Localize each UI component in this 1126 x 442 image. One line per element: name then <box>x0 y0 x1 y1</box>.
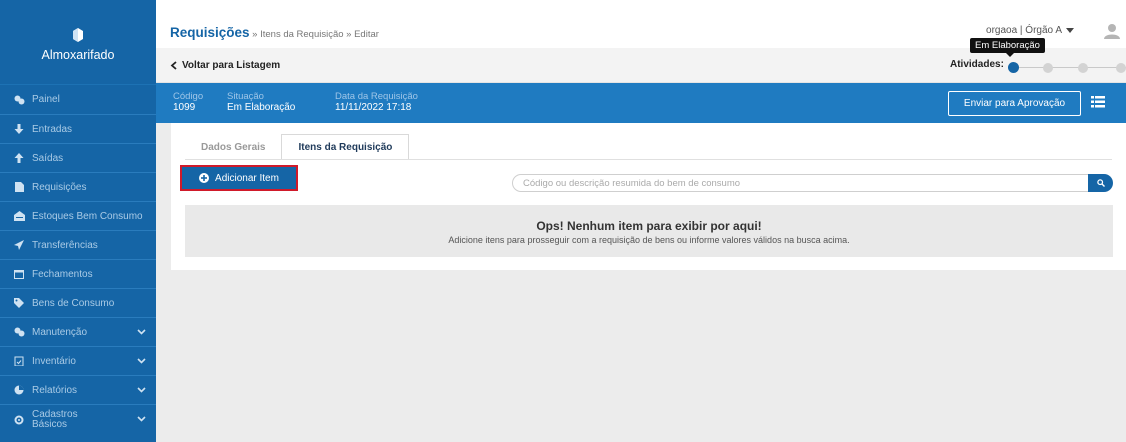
data-field: Data da Requisição 11/11/2022 17:18 <box>335 91 418 113</box>
add-item-button[interactable]: Adicionar Item <box>180 165 298 191</box>
chevron-down-icon[interactable] <box>137 327 146 336</box>
chevron-left-icon <box>170 61 177 70</box>
send-icon <box>12 240 26 250</box>
content-panel: Dados Gerais Itens da Requisição Adicion… <box>171 123 1126 270</box>
progress-step-1[interactable] <box>1008 62 1019 73</box>
plus-circle-icon <box>199 173 210 183</box>
list-icon[interactable] <box>1091 95 1105 109</box>
clipboard-icon <box>12 356 26 366</box>
activities-label: Atividades: <box>950 59 1004 70</box>
sidebar-item-manutencao[interactable]: Manutenção <box>0 317 156 346</box>
breadcrumb-main-link[interactable]: Requisições <box>170 25 250 40</box>
sidebar-item-label: Inventário <box>32 355 76 367</box>
back-to-list-label: Voltar para Listagem <box>182 60 281 71</box>
sidebar-item-label: Painel <box>32 94 60 105</box>
sidebar-item-entradas[interactable]: Entradas <box>0 114 156 143</box>
search-button[interactable] <box>1088 174 1113 192</box>
sidebar-item-label: Estoques Bem Consumo <box>32 210 143 222</box>
situacao-field: Situação Em Elaboração <box>227 91 295 113</box>
empty-state: Ops! Nenhum item para exibir por aqui! A… <box>185 205 1113 257</box>
tab-itens-requisicao[interactable]: Itens da Requisição <box>281 134 410 160</box>
brand-name: Almoxarifado <box>41 48 115 62</box>
breadcrumb: Requisições » Itens da Requisição » Edit… <box>170 25 379 40</box>
chevron-down-icon[interactable] <box>137 356 146 365</box>
sidebar-item-bens-consumo[interactable]: Bens de Consumo <box>0 288 156 317</box>
gears-icon <box>12 327 26 337</box>
brand: Almoxarifado <box>0 0 156 84</box>
avatar-icon[interactable] <box>1104 23 1120 39</box>
empty-state-message: Adicione itens para prosseguir com a req… <box>448 235 850 245</box>
sidebar-menu: Painel Entradas Saídas Requisições Estoq… <box>0 84 156 435</box>
user-menu[interactable]: orgaoa | Órgão A <box>986 25 1074 36</box>
tab-dados-gerais[interactable]: Dados Gerais <box>185 134 281 160</box>
breadcrumb-trail: » Itens da Requisição » Editar <box>249 29 379 40</box>
sidebar-item-label: Fechamentos <box>32 268 93 280</box>
add-item-label: Adicionar Item <box>215 172 279 184</box>
sidebar-item-label: Relatórios <box>32 384 78 396</box>
progress-line <box>1012 67 1126 68</box>
sidebar-item-inventario[interactable]: Inventário <box>0 346 156 375</box>
send-for-approval-button[interactable]: Enviar para Aprovação <box>948 91 1081 116</box>
tabs: Dados Gerais Itens da Requisição <box>185 134 410 160</box>
sidebar-item-fechamentos[interactable]: Fechamentos <box>0 259 156 288</box>
search-input[interactable] <box>512 174 1094 192</box>
situacao-label: Situação <box>227 91 264 102</box>
tag-icon <box>12 298 26 308</box>
logo-icon <box>73 28 83 42</box>
sidebar-item-label: Saídas <box>32 152 64 164</box>
sidebar-item-estoques[interactable]: Estoques Bem Consumo <box>0 201 156 230</box>
sidebar-item-label-line2: Básicos <box>32 419 68 430</box>
chevron-down-icon[interactable] <box>137 414 146 423</box>
sidebar-item-label: Entradas <box>32 123 73 135</box>
empty-state-title: Ops! Nenhum item para exibir por aqui! <box>536 219 762 233</box>
situacao-value: Em Elaboração <box>227 102 296 113</box>
gear-icon <box>12 415 26 425</box>
warehouse-icon <box>12 211 26 221</box>
codigo-field: Código 1099 <box>173 91 203 113</box>
codigo-value: 1099 <box>173 102 196 113</box>
document-icon <box>12 182 26 192</box>
sidebar-item-cadastros-basicos[interactable]: Cadastros Básicos <box>0 404 156 435</box>
chevron-down-icon[interactable] <box>137 385 146 394</box>
user-label: orgaoa | Órgão A <box>986 25 1062 36</box>
tabs-divider <box>185 159 1112 160</box>
requisition-info-bar: Código 1099 Situação Em Elaboração Data … <box>156 83 1126 123</box>
sidebar-item-relatorios[interactable]: Relatórios <box>0 375 156 404</box>
sidebar-item-label: Transferências <box>32 239 98 251</box>
sidebar-item-label: Manutenção <box>32 326 88 338</box>
sidebar-item-saidas[interactable]: Saídas <box>0 143 156 172</box>
sub-bar: Voltar para Listagem Atividades: <box>156 48 1126 83</box>
arrow-up-icon <box>12 153 26 163</box>
sidebar-item-transferencias[interactable]: Transferências <box>0 230 156 259</box>
caret-down-icon <box>1066 28 1074 33</box>
dashboard-icon <box>12 95 26 105</box>
sidebar-item-label: Requisições <box>32 181 87 193</box>
sidebar-item-label: Bens de Consumo <box>32 297 115 309</box>
progress-step-3[interactable] <box>1078 63 1088 73</box>
data-label: Data da Requisição <box>335 91 418 102</box>
sidebar-item-painel[interactable]: Painel <box>0 85 156 114</box>
sidebar-item-requisicoes[interactable]: Requisições <box>0 172 156 201</box>
pie-chart-icon <box>12 385 26 395</box>
calendar-icon <box>12 269 26 279</box>
data-value: 11/11/2022 17:18 <box>335 102 412 113</box>
progress-step-4[interactable] <box>1116 63 1126 73</box>
arrow-down-icon <box>12 124 26 134</box>
sidebar: Almoxarifado Painel Entradas Saídas Requ… <box>0 0 156 442</box>
progress-step-2[interactable] <box>1043 63 1053 73</box>
sidebar-item-label: Cadastros Básicos <box>32 410 78 430</box>
search-icon <box>1096 179 1105 187</box>
activities-progress <box>1008 62 1126 73</box>
back-to-list-link[interactable]: Voltar para Listagem <box>170 60 280 71</box>
step-tooltip: Em Elaboração <box>970 38 1045 57</box>
codigo-label: Código <box>173 91 204 102</box>
